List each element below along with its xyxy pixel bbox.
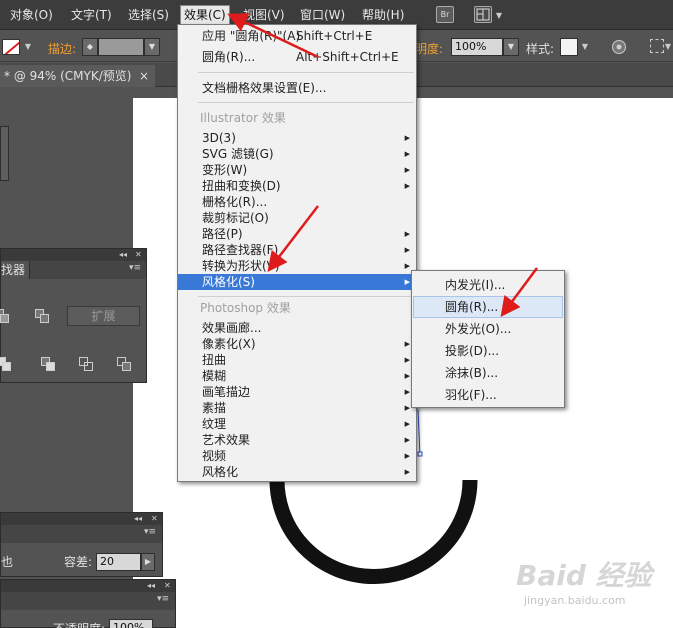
feather-item[interactable]: 羽化(F)...: [412, 385, 564, 405]
panel-tab-bar: 找器 ▾≡: [1, 261, 146, 279]
menu-item-pathfinder[interactable]: 路径查找器(F) ▶: [178, 242, 416, 258]
menu-item-distort[interactable]: 扭曲 ▶: [178, 352, 416, 368]
recolor-icon[interactable]: [611, 39, 627, 55]
menu-item-sketch[interactable]: 素描 ▶: [178, 400, 416, 416]
menu-item-rasterize[interactable]: 栅格化(R)...: [178, 194, 416, 210]
collapse-icon[interactable]: ◂◂: [119, 250, 127, 260]
tab-pathfinder[interactable]: 找器: [1, 261, 31, 279]
pathfinder-crop-icon[interactable]: [41, 357, 55, 371]
bridge-button[interactable]: Br: [436, 6, 454, 23]
menu-view[interactable]: 视图(V): [240, 6, 288, 24]
menu-item-stylize[interactable]: 风格化(S) ▶: [178, 274, 416, 290]
panel-menu-icon[interactable]: ▾≡: [129, 263, 141, 273]
chevron-down-icon[interactable]: ▼: [503, 38, 519, 56]
chevron-down-icon[interactable]: ▼: [144, 38, 160, 56]
menu-item-brush-strokes[interactable]: 画笔描边 ▶: [178, 384, 416, 400]
outer-glow-item[interactable]: 外发光(O)...: [412, 319, 564, 339]
pathfinder-divide-icon[interactable]: [0, 309, 9, 323]
menu-effect[interactable]: 效果(C): [180, 5, 230, 25]
style-label: 样式:: [526, 42, 555, 56]
panel-header: ◂◂ ✕: [1, 249, 146, 261]
round-corners-item[interactable]: 圆角(R)... Alt+Shift+Ctrl+E: [178, 49, 416, 65]
panel-menu-icon[interactable]: ▾≡: [157, 594, 169, 604]
menu-item-stylize-ps[interactable]: 风格化 ▶: [178, 464, 416, 480]
pathfinder-trim-icon[interactable]: [35, 309, 49, 323]
tolerance-field[interactable]: 20: [96, 553, 141, 571]
menu-select[interactable]: 选择(S): [125, 6, 172, 24]
collapse-icon[interactable]: ◂◂: [147, 581, 155, 591]
chevron-down-icon[interactable]: ▼: [494, 8, 504, 24]
menu-separator: [198, 102, 414, 103]
menu-window[interactable]: 窗口(W): [297, 6, 348, 24]
document-tab-title: * @ 94% (CMYK/预览): [4, 69, 132, 83]
stroke-swatch[interactable]: [2, 39, 20, 55]
menu-item-convert-to-shape[interactable]: 转换为形状(V) ▶: [178, 258, 416, 274]
menu-item-effect-gallery[interactable]: 效果画廊...: [178, 320, 416, 336]
transparency-panel: ◂◂ ✕ ▾≡ 不透明度: 100%: [0, 579, 176, 628]
collapse-icon[interactable]: ◂◂: [134, 514, 142, 524]
chevron-right-icon[interactable]: ▶: [141, 553, 155, 571]
chevron-down-icon[interactable]: ▼: [23, 39, 33, 55]
document-tab[interactable]: * @ 94% (CMYK/预览) ×: [0, 65, 155, 87]
menu-item-crop-marks[interactable]: 裁剪标记(O): [178, 210, 416, 226]
document-raster-settings-item[interactable]: 文档栅格效果设置(E)...: [178, 80, 416, 96]
opacity-label: 不透明度:: [53, 620, 105, 628]
menu-item-video[interactable]: 视频 ▶: [178, 448, 416, 464]
pathfinder-outline-icon[interactable]: [79, 357, 93, 371]
menu-item-svg-filters[interactable]: SVG 滤镜(G) ▶: [178, 146, 416, 162]
pathfinder-minus-back-icon[interactable]: [117, 357, 131, 371]
menu-help[interactable]: 帮助(H): [359, 6, 407, 24]
stroke-weight-field[interactable]: [98, 38, 144, 56]
chevron-down-icon[interactable]: ▼: [663, 39, 673, 55]
arrange-documents-icon[interactable]: [474, 6, 492, 23]
inner-glow-item[interactable]: 内发光(I)...: [412, 275, 564, 295]
opacity-field[interactable]: 100%: [109, 619, 153, 628]
illustrator-effects-header: Illustrator 效果: [200, 111, 286, 125]
menu-item-distort-transform[interactable]: 扭曲和变换(D) ▶: [178, 178, 416, 194]
menu-separator: [198, 296, 414, 297]
pathfinder-merge-icon[interactable]: [0, 357, 11, 371]
magic-wand-panel: ◂◂ ✕ ▾≡ 也 容差: 20 ▶: [0, 512, 163, 577]
panel-header: ◂◂ ✕: [1, 513, 162, 525]
scribble-item[interactable]: 涂抹(B)...: [412, 363, 564, 383]
round-corners-submenu-item[interactable]: 圆角(R)...: [413, 296, 563, 318]
menu-item-blur[interactable]: 模糊 ▶: [178, 368, 416, 384]
chevron-down-icon[interactable]: ▼: [580, 39, 590, 55]
close-icon[interactable]: ✕: [164, 581, 171, 591]
panel-tab-bar: ▾≡: [1, 525, 162, 543]
menu-item-artistic[interactable]: 艺术效果 ▶: [178, 432, 416, 448]
stroke-stepper[interactable]: ◆: [82, 38, 98, 56]
menu-item-path[interactable]: 路径(P) ▶: [178, 226, 416, 242]
expand-button[interactable]: 扩展: [67, 306, 140, 326]
panel-tab-bar: ▾≡: [1, 592, 175, 610]
apply-round-corners-item[interactable]: 应用 "圆角(R)"(A) Shift+Ctrl+E: [178, 28, 416, 44]
tolerance-label: 容差:: [64, 555, 93, 569]
stroke-label: 描边:: [48, 42, 77, 56]
opacity-label: 明度:: [415, 42, 444, 56]
collapsed-panel-strip[interactable]: [0, 126, 9, 181]
opacity-field[interactable]: 100%: [451, 38, 503, 56]
menu-item-warp[interactable]: 变形(W) ▶: [178, 162, 416, 178]
select-similar-icon[interactable]: [650, 39, 664, 53]
menu-separator: [198, 72, 414, 73]
menu-item-texture[interactable]: 纹理 ▶: [178, 416, 416, 432]
stylize-submenu: 内发光(I)... 圆角(R)... 外发光(O)... 投影(D)... 涂抹…: [411, 270, 565, 408]
panel-text: 也: [1, 555, 14, 569]
panel-menu-icon[interactable]: ▾≡: [144, 527, 156, 537]
menu-object[interactable]: 对象(O): [7, 6, 56, 24]
drop-shadow-item[interactable]: 投影(D)...: [412, 341, 564, 361]
close-icon[interactable]: ✕: [151, 514, 158, 524]
effect-menu: 应用 "圆角(R)"(A) Shift+Ctrl+E 圆角(R)... Alt+…: [177, 24, 417, 482]
pathfinder-panel: ◂◂ ✕ 找器 ▾≡ 扩展: [0, 248, 147, 383]
close-icon[interactable]: ✕: [135, 250, 142, 260]
photoshop-effects-header: Photoshop 效果: [200, 301, 291, 315]
close-icon[interactable]: ×: [139, 65, 149, 87]
style-swatch[interactable]: [560, 38, 578, 56]
menu-item-3d[interactable]: 3D(3) ▶: [178, 130, 416, 146]
panel-header: ◂◂ ✕: [1, 580, 175, 592]
menu-type[interactable]: 文字(T): [68, 6, 115, 24]
menu-item-pixelate[interactable]: 像素化(X) ▶: [178, 336, 416, 352]
